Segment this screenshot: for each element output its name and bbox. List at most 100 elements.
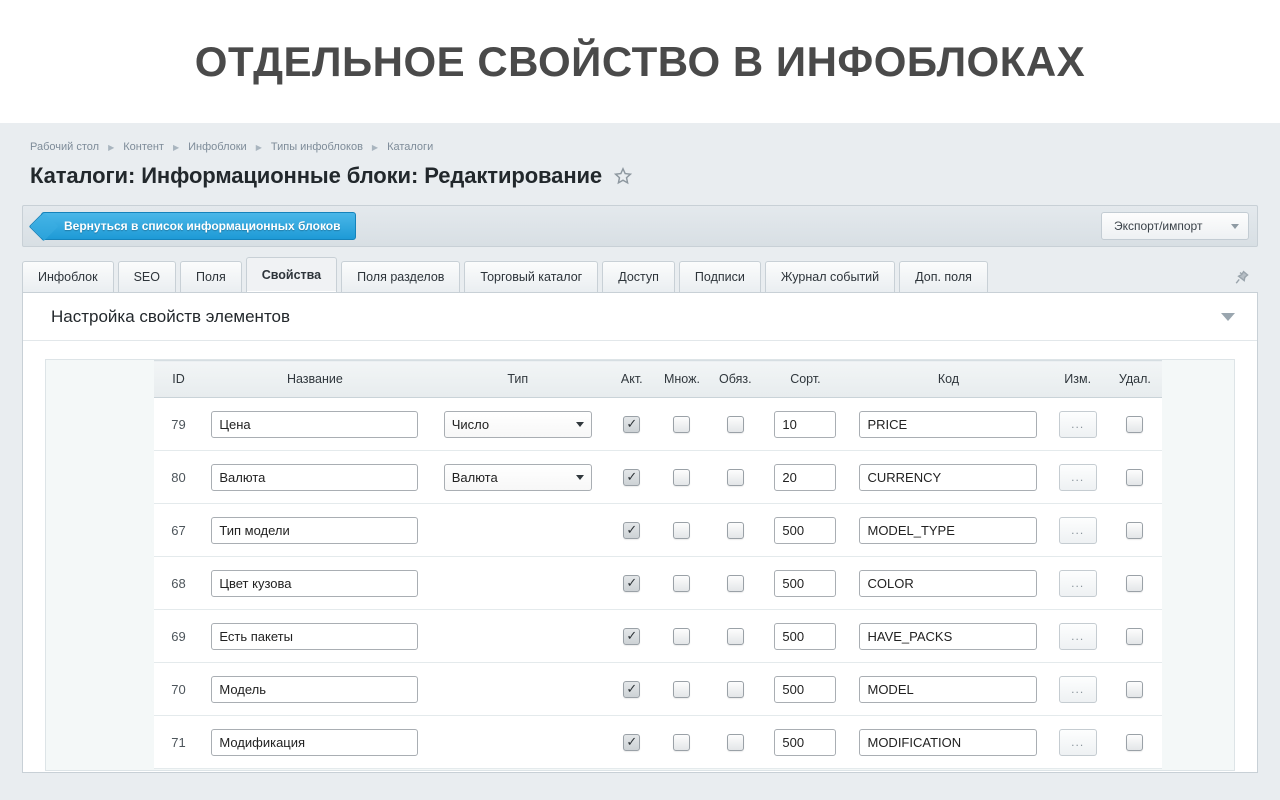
active-checkbox[interactable]: ✓ <box>623 522 640 539</box>
property-sort-input[interactable] <box>774 464 836 491</box>
star-icon[interactable] <box>614 167 632 185</box>
table-body: 79 Число ✓ ... 80 Валюта ✓ <box>154 398 1162 769</box>
delete-checkbox[interactable] <box>1126 628 1143 645</box>
back-button-label: Вернуться в список информационных блоков <box>64 219 341 233</box>
slide-title-band: ОТДЕЛЬНОЕ СВОЙСТВО В ИНФОБЛОКАХ <box>0 0 1280 123</box>
active-checkbox[interactable]: ✓ <box>623 575 640 592</box>
tab-seo[interactable]: SEO <box>118 261 176 292</box>
required-checkbox[interactable] <box>727 734 744 751</box>
delete-checkbox[interactable] <box>1126 469 1143 486</box>
property-type-value: Валюта <box>452 470 498 485</box>
edit-property-button[interactable]: ... <box>1059 729 1097 756</box>
delete-checkbox[interactable] <box>1126 734 1143 751</box>
property-type-select[interactable]: Число <box>444 411 592 438</box>
property-sort-input[interactable] <box>774 517 836 544</box>
tab-properties[interactable]: Свойства <box>246 257 337 292</box>
multiple-checkbox[interactable] <box>673 575 690 592</box>
delete-checkbox[interactable] <box>1126 681 1143 698</box>
property-sort-input[interactable] <box>774 570 836 597</box>
property-name-input[interactable] <box>211 411 418 438</box>
required-checkbox[interactable] <box>727 522 744 539</box>
property-code-input[interactable] <box>859 676 1037 703</box>
tab-subscriptions[interactable]: Подписи <box>679 261 761 292</box>
cell-edit: ... <box>1048 557 1108 610</box>
edit-property-button[interactable]: ... <box>1059 623 1097 650</box>
delete-checkbox[interactable] <box>1126 575 1143 592</box>
multiple-checkbox[interactable] <box>673 681 690 698</box>
property-name-input[interactable] <box>211 570 418 597</box>
column-header-id: ID <box>154 361 203 398</box>
edit-property-button[interactable]: ... <box>1059 517 1097 544</box>
active-checkbox[interactable]: ✓ <box>623 628 640 645</box>
tab-fields[interactable]: Поля <box>180 261 242 292</box>
property-code-input[interactable] <box>859 570 1037 597</box>
property-name-input[interactable] <box>211 729 418 756</box>
required-checkbox[interactable] <box>727 416 744 433</box>
cell-active: ✓ <box>609 663 655 716</box>
delete-checkbox[interactable] <box>1126 522 1143 539</box>
breadcrumb-item-infoblock-types[interactable]: Типы инфоблоков <box>271 141 363 153</box>
property-name-input[interactable] <box>211 517 418 544</box>
cell-code <box>849 451 1047 504</box>
tab-trade-catalog[interactable]: Торговый каталог <box>464 261 598 292</box>
cell-delete <box>1108 716 1162 769</box>
cell-sort <box>762 716 850 769</box>
pin-tab-bar-button[interactable] <box>1234 270 1258 292</box>
back-to-infoblock-list-button[interactable]: Вернуться в список информационных блоков <box>41 212 356 240</box>
tab-label: Подписи <box>695 270 745 284</box>
cell-name <box>203 716 427 769</box>
property-sort-input[interactable] <box>774 676 836 703</box>
tab-event-log[interactable]: Журнал событий <box>765 261 895 292</box>
properties-table-area: ID Название Тип Акт. Множ. Обяз. Сорт. К… <box>45 359 1235 771</box>
breadcrumb-item-catalogs[interactable]: Каталоги <box>387 141 433 153</box>
cell-id: 80 <box>154 451 203 504</box>
multiple-checkbox[interactable] <box>673 469 690 486</box>
required-checkbox[interactable] <box>727 575 744 592</box>
active-checkbox[interactable]: ✓ <box>623 469 640 486</box>
breadcrumb-item-desktop[interactable]: Рабочий стол <box>30 141 99 153</box>
property-sort-input[interactable] <box>774 411 836 438</box>
check-icon: ✓ <box>626 523 637 536</box>
property-type-select[interactable]: Валюта <box>444 464 592 491</box>
edit-property-button[interactable]: ... <box>1059 464 1097 491</box>
property-name-input[interactable] <box>211 676 418 703</box>
tab-access[interactable]: Доступ <box>602 261 675 292</box>
required-checkbox[interactable] <box>727 681 744 698</box>
triangle-down-icon[interactable] <box>1221 313 1235 321</box>
property-code-input[interactable] <box>859 411 1037 438</box>
multiple-checkbox[interactable] <box>673 628 690 645</box>
tab-section-fields[interactable]: Поля разделов <box>341 261 460 292</box>
edit-property-button[interactable]: ... <box>1059 676 1097 703</box>
edit-property-button[interactable]: ... <box>1059 411 1097 438</box>
breadcrumb-item-infoblocks[interactable]: Инфоблоки <box>188 141 247 153</box>
edit-property-button[interactable]: ... <box>1059 570 1097 597</box>
tab-extra-fields[interactable]: Доп. поля <box>899 261 988 292</box>
delete-checkbox[interactable] <box>1126 416 1143 433</box>
property-code-input[interactable] <box>859 623 1037 650</box>
property-sort-input[interactable] <box>774 623 836 650</box>
property-name-input[interactable] <box>211 464 418 491</box>
property-name-input[interactable] <box>211 623 418 650</box>
property-code-input[interactable] <box>859 517 1037 544</box>
required-checkbox[interactable] <box>727 628 744 645</box>
multiple-checkbox[interactable] <box>673 522 690 539</box>
cell-delete <box>1108 451 1162 504</box>
property-sort-input[interactable] <box>774 729 836 756</box>
breadcrumb-item-content[interactable]: Контент <box>123 141 164 153</box>
active-checkbox[interactable]: ✓ <box>623 681 640 698</box>
cell-active: ✓ <box>609 398 655 451</box>
export-import-button[interactable]: Экспорт/импорт <box>1101 212 1249 240</box>
tab-label: Торговый каталог <box>480 270 582 284</box>
property-code-input[interactable] <box>859 729 1037 756</box>
cell-active: ✓ <box>609 557 655 610</box>
toolbar: Вернуться в список информационных блоков… <box>22 205 1258 247</box>
required-checkbox[interactable] <box>727 469 744 486</box>
tab-infoblock[interactable]: Инфоблок <box>22 261 114 292</box>
active-checkbox[interactable]: ✓ <box>623 734 640 751</box>
property-code-input[interactable] <box>859 464 1037 491</box>
multiple-checkbox[interactable] <box>673 416 690 433</box>
multiple-checkbox[interactable] <box>673 734 690 751</box>
cell-code <box>849 716 1047 769</box>
active-checkbox[interactable]: ✓ <box>623 416 640 433</box>
column-header-multiple: Множ. <box>655 361 709 398</box>
